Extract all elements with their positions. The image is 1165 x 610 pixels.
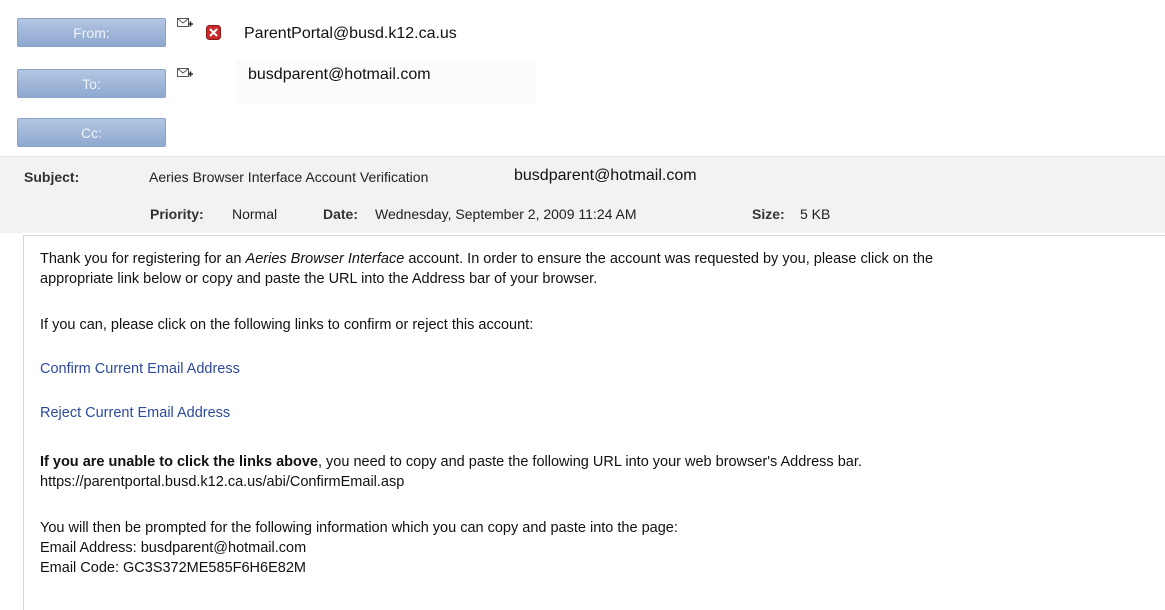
body-paragraph-links-intro: If you can, please click on the followin…: [40, 317, 534, 333]
to-address: busdparent@hotmail.com: [248, 66, 431, 83]
date-value: Wednesday, September 2, 2009 11:24 AM: [375, 206, 637, 222]
add-contact-icon[interactable]: [177, 67, 193, 80]
fallback-bold-text: If you are unable to click the links abo…: [40, 454, 318, 470]
confirm-url: https://parentportal.busd.k12.ca.us/abi/…: [40, 474, 405, 490]
priority-value: Normal: [232, 206, 278, 222]
email-header: From: ParentPortal@busd.k12.ca.us To: bu…: [0, 0, 1165, 233]
priority-label: Priority:: [150, 206, 204, 222]
from-address: ParentPortal@busd.k12.ca.us: [244, 25, 457, 42]
intro-text-end: account. In order to ensure the account …: [404, 251, 934, 267]
meta-row: Priority: Normal Date: Wednesday, Septem…: [0, 197, 1165, 233]
intro-text: Thank you for registering for an: [40, 251, 246, 267]
add-contact-icon[interactable]: [177, 17, 193, 30]
email-code-line: Email Code: GC3S372ME585F6H6E82M: [40, 560, 306, 576]
fallback-text: , you need to copy and paste the followi…: [318, 454, 862, 470]
email-address-line: Email Address: busdparent@hotmail.com: [40, 540, 307, 556]
size-value: 5 KB: [800, 206, 831, 222]
intro-text-line2: appropriate link below or copy and paste…: [40, 271, 598, 287]
intro-product-name: Aeries Browser Interface: [245, 251, 405, 267]
size-label: Size:: [752, 206, 785, 222]
body-paragraph-fallback: If you are unable to click the links abo…: [40, 452, 862, 492]
reject-email-link[interactable]: Reject Current Email Address: [40, 403, 230, 423]
prompt-text: You will then be prompted for the follow…: [40, 520, 678, 536]
remove-sender-icon[interactable]: [206, 25, 221, 40]
body-paragraph-prompt: You will then be prompted for the follow…: [40, 518, 678, 578]
cc-button[interactable]: Cc:: [17, 118, 166, 147]
subject-row: Subject: Aeries Browser Interface Accoun…: [0, 157, 1165, 197]
date-label: Date:: [323, 206, 359, 222]
body-paragraph-intro: Thank you for registering for an Aeries …: [40, 249, 1165, 289]
to-button[interactable]: To:: [17, 69, 166, 98]
subject-text: Aeries Browser Interface Account Verific…: [149, 169, 429, 185]
confirm-email-link[interactable]: Confirm Current Email Address: [40, 359, 240, 379]
from-button[interactable]: From:: [17, 18, 166, 47]
subject-label: Subject:: [24, 169, 80, 185]
subject-email: busdparent@hotmail.com: [514, 167, 697, 184]
